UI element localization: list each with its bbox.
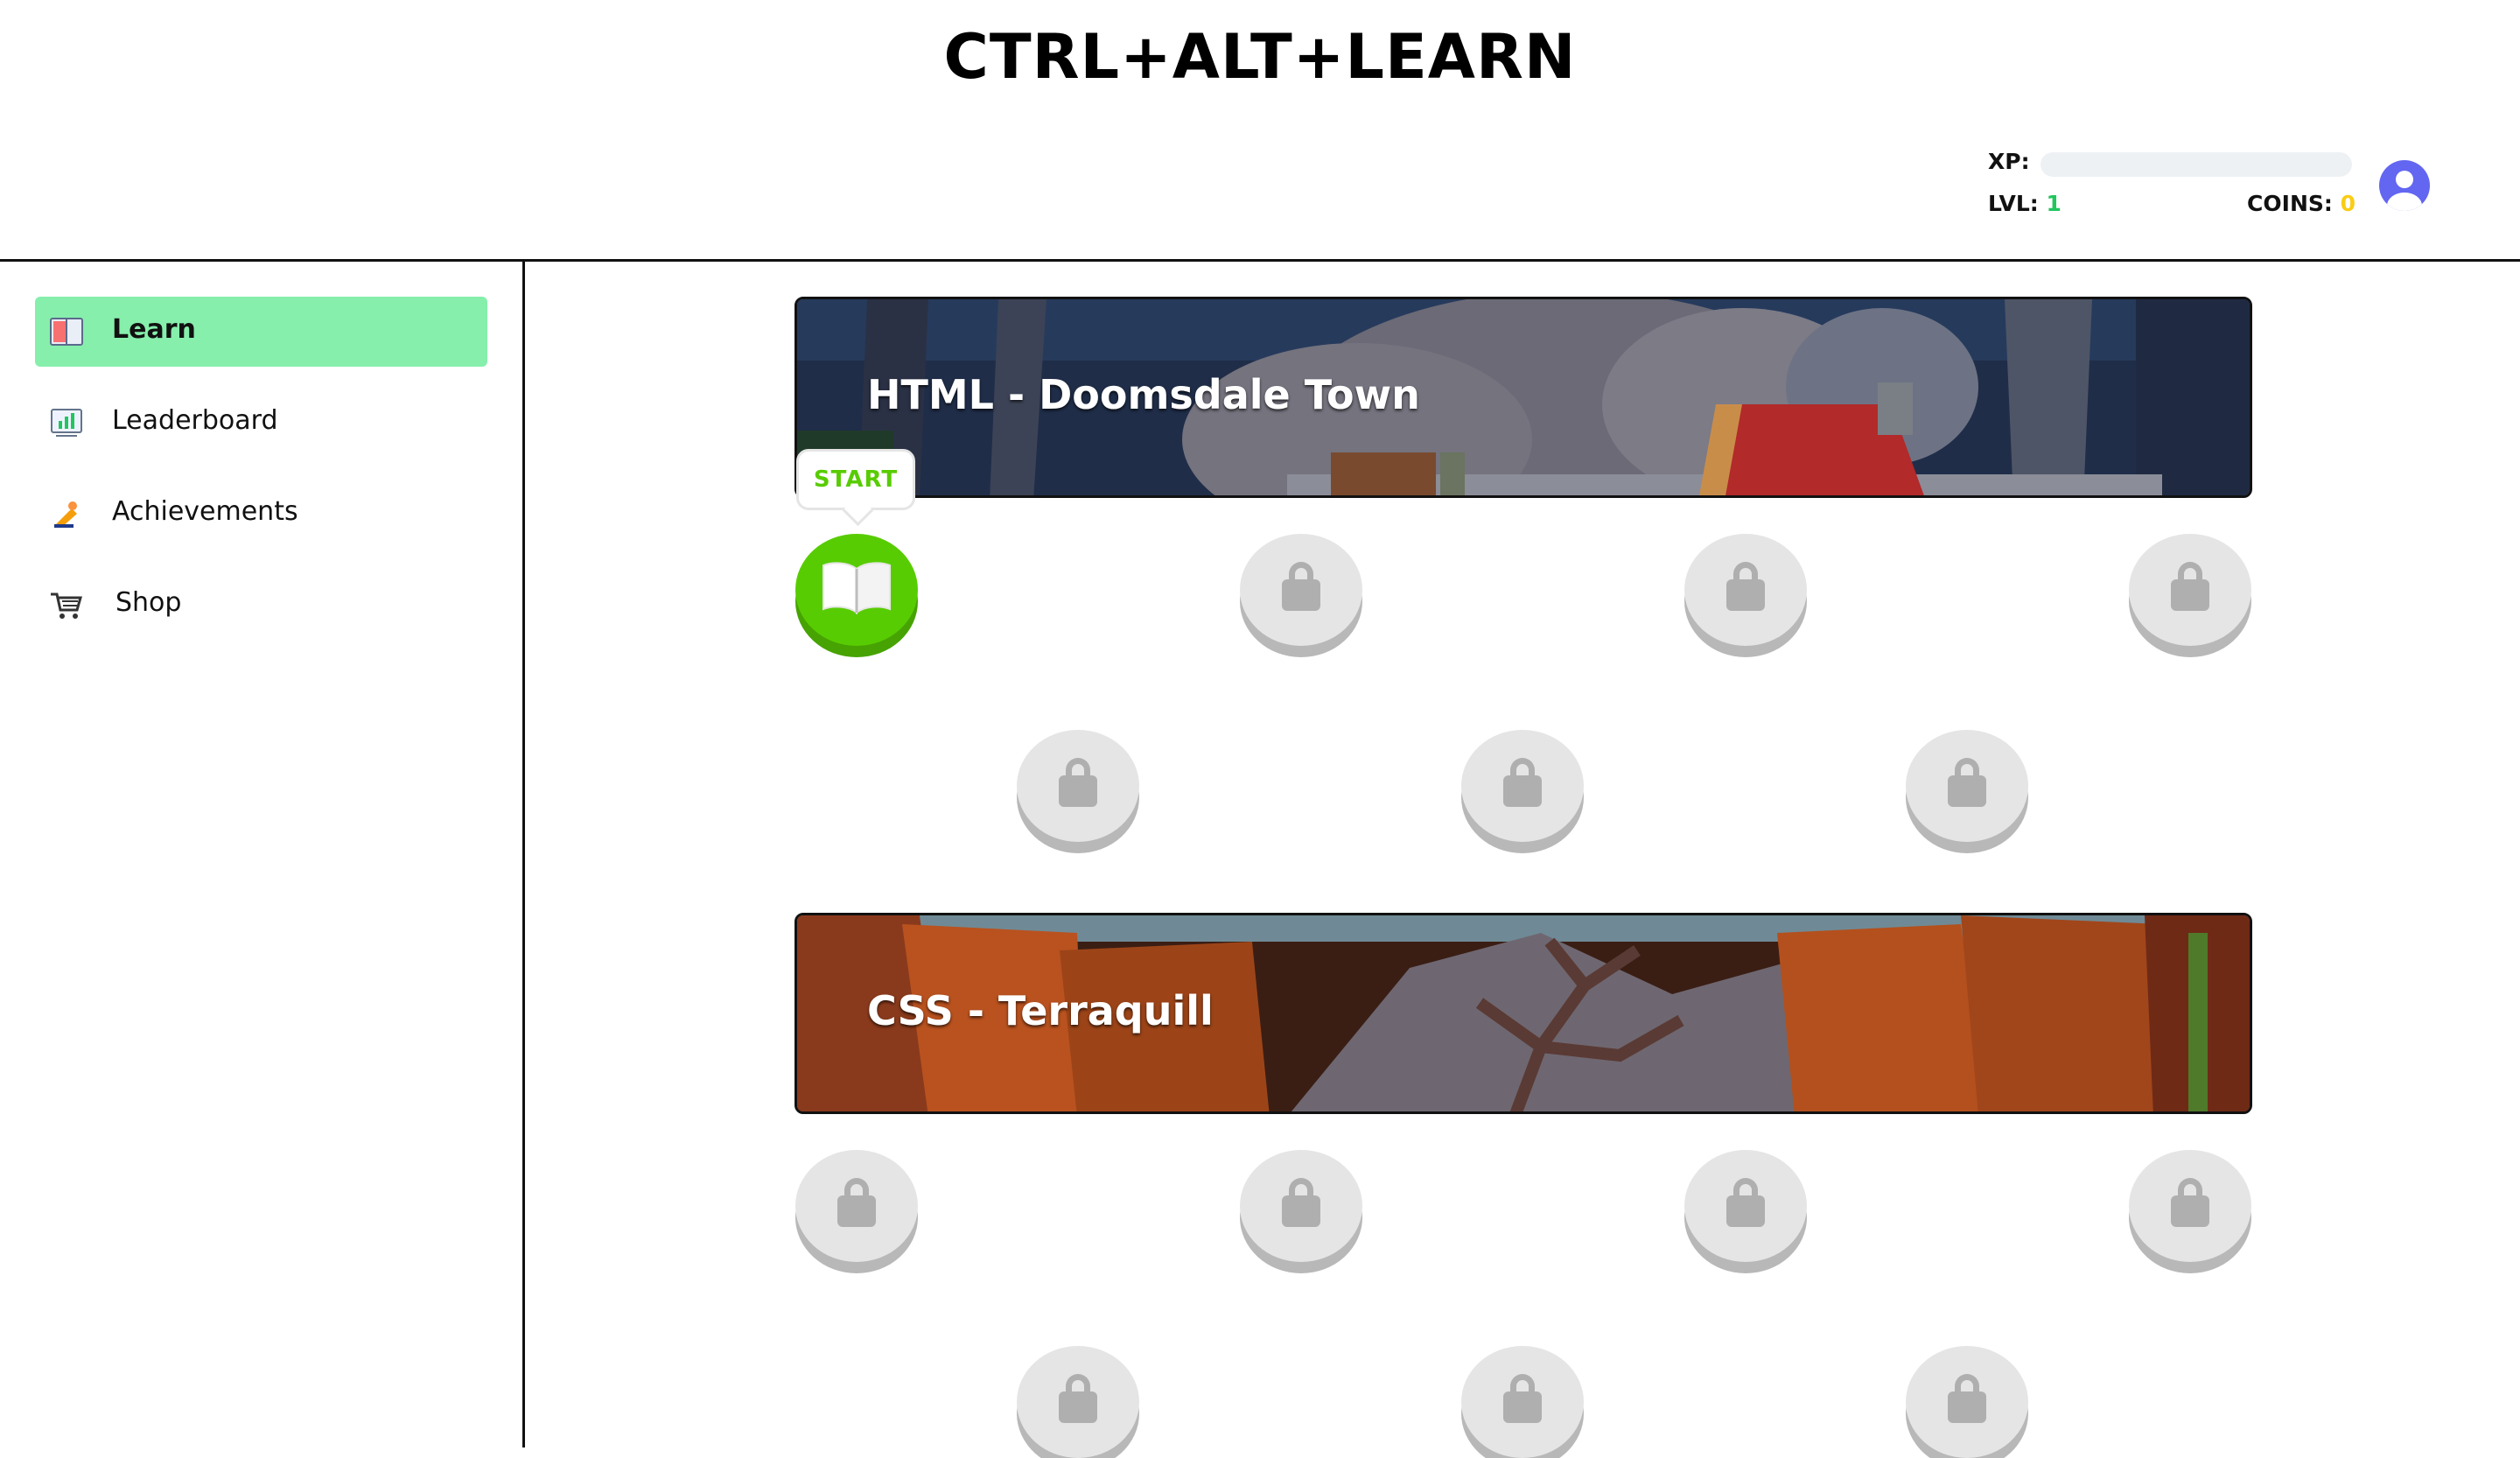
lesson-node-locked[interactable] xyxy=(1684,1150,1807,1262)
sidebar-item-learn[interactable]: Learn xyxy=(35,297,487,367)
sidebar-item-label: Achievements xyxy=(112,496,298,527)
sidebar-item-leaderboard[interactable]: Leaderboard xyxy=(35,388,487,458)
unit-title: HTML - Doomsdale Town xyxy=(867,371,1420,418)
lesson-node-locked[interactable] xyxy=(1906,1346,2028,1458)
lesson-node-locked[interactable] xyxy=(2129,534,2251,646)
xp-progress-bar xyxy=(2040,152,2352,177)
header-divider xyxy=(0,259,2520,262)
player-stats: XP: LVL: 1 COINS: 0 xyxy=(1988,147,2356,221)
sidebar-divider xyxy=(522,261,525,1447)
lesson-node-locked[interactable] xyxy=(1461,1346,1584,1458)
coins-label: COINS: xyxy=(2247,191,2333,216)
lesson-node-locked[interactable] xyxy=(1906,730,2028,842)
app-title: CTRL+ALT+LEARN xyxy=(943,21,1577,93)
level-label: LVL: xyxy=(1988,191,2039,216)
xp-label: XP: xyxy=(1988,149,2030,174)
lesson-node-locked[interactable] xyxy=(1017,730,1139,842)
sidebar-item-shop[interactable]: Shop xyxy=(35,570,487,640)
sidebar-item-label: Leaderboard xyxy=(112,405,278,436)
start-label: START xyxy=(813,466,899,493)
lesson-node-locked[interactable] xyxy=(1017,1346,1139,1458)
lesson-node-locked[interactable] xyxy=(2129,1150,2251,1262)
unit-banner-html: HTML - Doomsdale Town xyxy=(794,297,2252,498)
lesson-node-locked[interactable] xyxy=(1240,1150,1362,1262)
level-display: LVL: 1 xyxy=(1988,191,2062,216)
lesson-node-locked[interactable] xyxy=(795,1150,918,1262)
user-avatar-icon[interactable] xyxy=(2379,160,2430,211)
cart-icon xyxy=(51,592,82,619)
lesson-node-locked[interactable] xyxy=(1240,534,1362,646)
coins-value: 0 xyxy=(2340,191,2356,216)
lesson-node-locked[interactable] xyxy=(1684,534,1807,646)
book-icon xyxy=(822,562,891,615)
book-icon xyxy=(50,318,83,346)
level-value: 1 xyxy=(2046,191,2062,216)
coins-display: COINS: 0 xyxy=(2247,191,2356,216)
trophy-icon xyxy=(54,501,77,528)
start-tooltip: START xyxy=(796,449,915,527)
sidebar-item-label: Shop xyxy=(116,587,182,618)
lesson-node-start[interactable] xyxy=(795,534,918,646)
sidebar-item-achievements[interactable]: Achievements xyxy=(35,479,487,549)
sidebar-item-label: Learn xyxy=(112,314,196,345)
chart-icon xyxy=(51,409,82,437)
unit-banner-css: CSS - Terraquill xyxy=(794,913,2252,1114)
lesson-node-locked[interactable] xyxy=(1461,730,1584,842)
unit-title: CSS - Terraquill xyxy=(867,987,1214,1034)
